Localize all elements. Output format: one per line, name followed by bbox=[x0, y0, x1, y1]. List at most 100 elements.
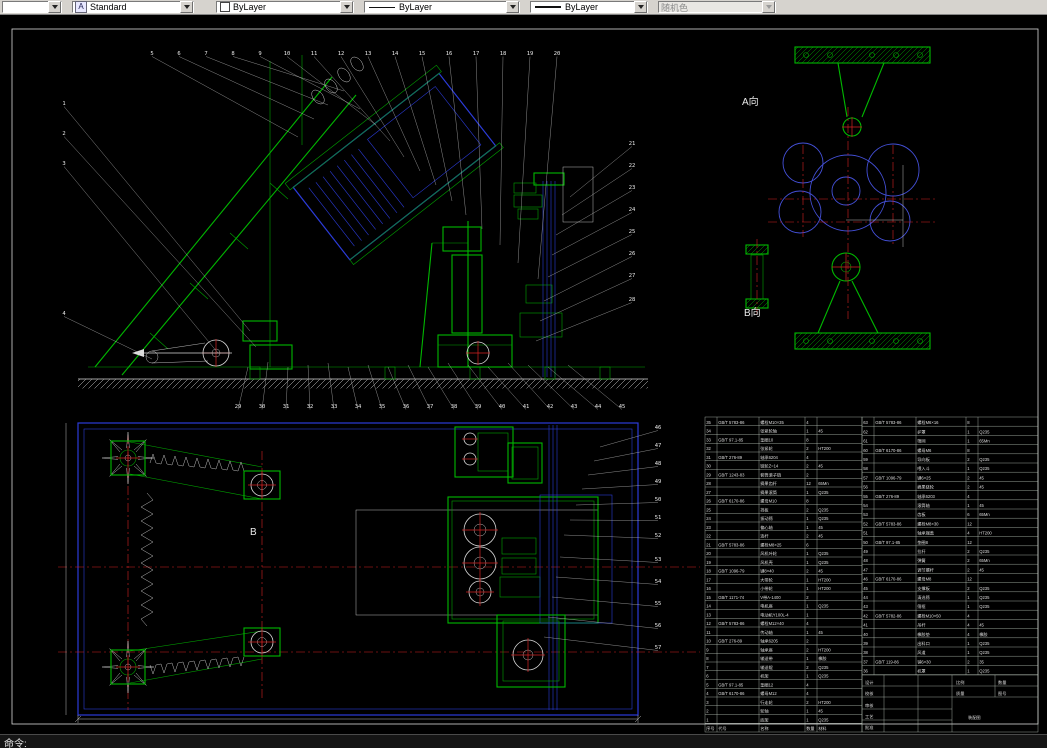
svg-text:输送辊: 输送辊 bbox=[760, 664, 773, 671]
svg-text:A向: A向 bbox=[742, 95, 759, 108]
svg-text:批准: 批准 bbox=[865, 724, 873, 731]
svg-text:喂入斗: 喂入斗 bbox=[917, 466, 930, 472]
svg-text:35: 35 bbox=[979, 659, 984, 664]
svg-text:1: 1 bbox=[806, 490, 809, 495]
svg-text:4: 4 bbox=[967, 623, 970, 628]
chevron-down-icon[interactable] bbox=[634, 1, 647, 13]
svg-text:输送带: 输送带 bbox=[760, 655, 773, 662]
svg-text:螺栓M12×40: 螺栓M12×40 bbox=[760, 620, 784, 627]
text-style-combo[interactable]: A Standard bbox=[72, 1, 194, 13]
svg-text:质量: 质量 bbox=[956, 690, 964, 697]
drawing-canvas[interactable]: 1 2 3 4 5 6 7 8 9 10 11 12 13 14 15 16 17 18 19 20 21 22 23 24 2… bbox=[0, 15, 1047, 734]
svg-text:小带轮: 小带轮 bbox=[760, 585, 773, 592]
svg-text:6: 6 bbox=[967, 512, 970, 517]
svg-text:1: 1 bbox=[967, 669, 970, 674]
svg-text:24: 24 bbox=[706, 516, 711, 521]
svg-text:摘果滚筒: 摘果滚筒 bbox=[760, 489, 777, 496]
svg-text:2: 2 bbox=[806, 507, 809, 512]
svg-text:数量: 数量 bbox=[806, 725, 814, 732]
svg-text:34: 34 bbox=[355, 404, 362, 410]
svg-text:1: 1 bbox=[967, 466, 970, 471]
svg-text:出料口: 出料口 bbox=[917, 640, 930, 647]
lineweight-combo[interactable]: ByLayer bbox=[530, 1, 648, 13]
svg-text:12: 12 bbox=[338, 51, 345, 57]
svg-text:1: 1 bbox=[806, 586, 809, 591]
cad-drawing[interactable]: 12345 6 7 8 9 10 11 12 13 14 15 16 17 18 19 20212223242… bbox=[0, 15, 1047, 734]
svg-text:13: 13 bbox=[365, 51, 372, 57]
svg-text:40: 40 bbox=[863, 632, 868, 637]
linetype-combo[interactable]: ByLayer bbox=[364, 1, 520, 13]
svg-text:滚筒轴: 滚筒轴 bbox=[917, 502, 930, 509]
svg-text:2: 2 bbox=[967, 549, 970, 554]
chevron-down-icon[interactable] bbox=[48, 1, 61, 13]
svg-text:调节螺杆: 调节螺杆 bbox=[917, 566, 935, 573]
svg-text:HT200: HT200 bbox=[818, 647, 831, 652]
svg-text:13: 13 bbox=[706, 612, 711, 617]
svg-text:2: 2 bbox=[806, 534, 809, 539]
chevron-down-icon[interactable] bbox=[340, 1, 353, 13]
detail-view-a bbox=[745, 46, 936, 350]
svg-text:Q235: Q235 bbox=[979, 549, 990, 554]
svg-text:键6×25: 键6×25 bbox=[917, 474, 931, 481]
svg-text:31: 31 bbox=[706, 455, 711, 460]
svg-text:44: 44 bbox=[863, 595, 868, 600]
color-combo[interactable]: ByLayer bbox=[216, 1, 354, 13]
chevron-down-icon[interactable] bbox=[506, 1, 519, 13]
svg-text:GB/T 5783-86: GB/T 5783-86 bbox=[875, 420, 902, 425]
svg-text:37: 37 bbox=[863, 659, 868, 664]
partial-combo[interactable] bbox=[2, 1, 62, 13]
svg-text:29: 29 bbox=[235, 404, 242, 410]
svg-text:1: 1 bbox=[967, 429, 970, 434]
svg-text:GB/T 5782-86: GB/T 5782-86 bbox=[875, 613, 902, 618]
svg-text:套筒滚子链: 套筒滚子链 bbox=[760, 471, 782, 478]
svg-text:螺母M6: 螺母M6 bbox=[917, 447, 932, 454]
svg-text:28: 28 bbox=[706, 481, 711, 486]
chevron-down-icon[interactable] bbox=[180, 1, 193, 13]
svg-text:1: 1 bbox=[806, 674, 809, 679]
svg-text:2: 2 bbox=[806, 700, 809, 705]
svg-text:21: 21 bbox=[629, 141, 636, 147]
svg-text:27: 27 bbox=[706, 490, 711, 495]
svg-text:23: 23 bbox=[629, 185, 636, 191]
svg-text:轴承端盖: 轴承端盖 bbox=[917, 530, 934, 537]
svg-text:36: 36 bbox=[403, 404, 410, 410]
svg-text:8: 8 bbox=[806, 437, 809, 442]
lineweight-preview-icon bbox=[535, 6, 561, 8]
svg-text:1: 1 bbox=[806, 630, 809, 635]
text-style-icon: A bbox=[75, 1, 87, 13]
svg-text:19: 19 bbox=[527, 51, 534, 57]
svg-text:37: 37 bbox=[427, 404, 434, 410]
svg-text:57: 57 bbox=[863, 475, 868, 480]
svg-text:53: 53 bbox=[863, 512, 868, 517]
svg-text:53: 53 bbox=[655, 557, 662, 563]
svg-text:键8×40: 键8×40 bbox=[760, 568, 774, 575]
svg-text:Q235: Q235 bbox=[818, 665, 829, 670]
svg-text:底架: 底架 bbox=[760, 716, 768, 723]
svg-text:44: 44 bbox=[595, 404, 602, 410]
svg-text:1: 1 bbox=[967, 595, 970, 600]
svg-text:65Mn: 65Mn bbox=[979, 439, 990, 444]
svg-text:38: 38 bbox=[863, 650, 868, 655]
plan-view bbox=[58, 422, 700, 723]
svg-text:拉杆: 拉杆 bbox=[917, 548, 926, 555]
svg-text:2: 2 bbox=[967, 659, 970, 664]
svg-text:Q235: Q235 bbox=[818, 560, 829, 565]
svg-text:比例: 比例 bbox=[956, 679, 964, 686]
svg-text:1: 1 bbox=[806, 604, 809, 609]
svg-text:1: 1 bbox=[806, 525, 809, 530]
svg-text:45: 45 bbox=[818, 569, 823, 574]
svg-text:24: 24 bbox=[629, 207, 636, 213]
svg-text:4: 4 bbox=[967, 632, 970, 637]
svg-text:导向板: 导向板 bbox=[917, 456, 930, 463]
svg-text:4: 4 bbox=[967, 531, 970, 536]
command-line[interactable]: 命令: bbox=[0, 734, 1047, 748]
svg-text:55: 55 bbox=[863, 494, 868, 499]
text-style-value: Standard bbox=[90, 2, 127, 12]
svg-text:V带A-1400: V带A-1400 bbox=[760, 595, 781, 601]
svg-text:HT200: HT200 bbox=[979, 531, 992, 536]
svg-text:27: 27 bbox=[629, 273, 636, 279]
svg-text:11: 11 bbox=[311, 51, 318, 57]
svg-text:47: 47 bbox=[863, 567, 868, 572]
svg-text:筛框: 筛框 bbox=[917, 603, 926, 610]
svg-text:设计: 设计 bbox=[865, 679, 873, 686]
